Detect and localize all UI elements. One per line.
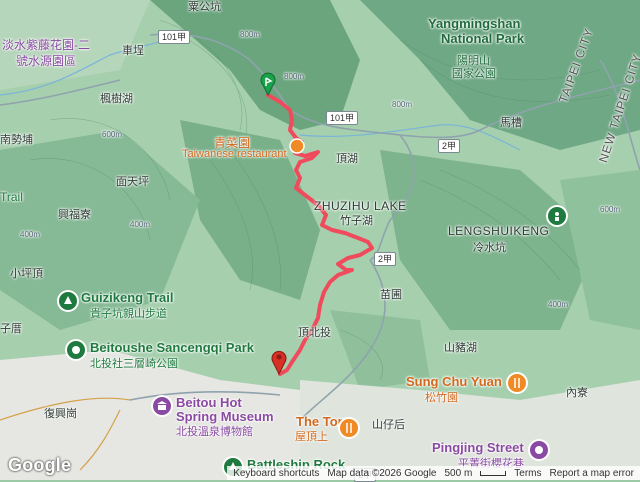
map-data-text: Map data ©2026 Google (327, 467, 437, 479)
attribution-bar: Keyboard shortcuts Map data ©2026 Google… (227, 466, 640, 480)
road-shield-101: 101甲 (158, 30, 191, 44)
label-qingcaiyuan-en[interactable]: Taiwanese restaurant (182, 148, 287, 160)
label-miaopu: 苗圃 (380, 289, 402, 301)
label-dingbeitou: 頂北投 (298, 327, 331, 339)
thetop-restaurant-icon[interactable] (340, 419, 358, 437)
label-hotspring-cn[interactable]: 北投溫泉博物館 (176, 423, 253, 439)
pingjing-icon[interactable] (530, 441, 548, 459)
label-dinghu: 頂湖 (336, 153, 358, 165)
label-thetop-cn[interactable]: 屋頂上 (295, 428, 328, 444)
label-sungchuyuan-en[interactable]: Sung Chu Yuan (406, 374, 502, 389)
keyboard-shortcuts-link[interactable]: Keyboard shortcuts (233, 468, 319, 479)
label-top-road: 粟公坑 (188, 1, 221, 13)
label-nanshipu: 南勢埔 (0, 134, 33, 146)
contour-label: 800m (392, 100, 413, 109)
report-error-link[interactable]: Report a map error (550, 468, 634, 479)
label-sungchuyuan-cn[interactable]: 松竹園 (425, 389, 458, 405)
road-shield-101: 101甲 (326, 111, 359, 125)
contour-label: 400m (130, 220, 151, 229)
contour-label: 800m (240, 30, 261, 39)
label-beitoushe-cn[interactable]: 北投社三層崎公園 (90, 355, 178, 371)
label-beitoushe-en[interactable]: Beitoushe Sancengqi Park (90, 340, 254, 355)
label-guizikeng-cn[interactable]: 貴子坑親山步道 (90, 305, 167, 321)
contour-label: 400m (548, 300, 569, 309)
sungchuyuan-restaurant-icon[interactable] (508, 374, 526, 392)
label-yangmingshan-cn2[interactable]: 國家公園 (452, 65, 496, 81)
google-logo: Google (8, 455, 72, 475)
label-hotspring-en[interactable]: Beitou Hot (176, 395, 242, 410)
label-xiaopingding: 小坪頂 (10, 268, 43, 280)
label-xingfuliao: 興福寮 (58, 209, 91, 221)
terms-link[interactable]: Terms (514, 468, 541, 479)
scale-label[interactable]: 500 m (444, 468, 472, 479)
contour-label: 600m (600, 205, 621, 214)
label-chepu: 車埕 (122, 45, 144, 57)
contour-label: 400m (20, 230, 41, 239)
lengshuikeng-icon[interactable] (548, 207, 566, 225)
label-guizikeng-en[interactable]: Guizikeng Trail (81, 290, 173, 305)
label-yangmingshan-en[interactable]: Yangmingshan (428, 16, 520, 31)
label-pingjing-en[interactable]: Pingjing Street (432, 440, 524, 455)
label-tamsui-wisteria[interactable]: 淡水紫藤花園-二 (2, 36, 90, 53)
label-thetop-en[interactable]: The Top (296, 414, 346, 429)
label-fuxinggang: 復興崗 (44, 408, 77, 420)
label-hotspring-en2[interactable]: Spring Museum (176, 409, 274, 424)
label-fengshuhu: 楓樹湖 (100, 93, 133, 105)
scale-bar (480, 470, 507, 476)
label-zilicuo: 子厝 (0, 323, 22, 335)
label-miantianping: 面天坪 (116, 176, 149, 188)
road-shield-2: 2甲 (374, 252, 397, 266)
label-lengshuikeng-en: LENGSHUIKENG (448, 224, 550, 238)
contour-label: 800m (284, 72, 305, 81)
beitoushe-park-icon[interactable] (67, 341, 85, 359)
label-neiliao: 內寮 (566, 387, 588, 399)
label-zhuzihu-cn: 竹子湖 (340, 215, 373, 227)
label-macao: 馬槽 (500, 117, 522, 129)
terrain-map[interactable] (0, 0, 640, 480)
label-yangmingshan-en2[interactable]: National Park (441, 31, 524, 46)
guizikeng-trail-icon[interactable] (59, 292, 77, 310)
restaurant-poi[interactable] (289, 138, 305, 154)
label-tamsui-wisteria-2[interactable]: 號水源園區 (16, 52, 76, 69)
label-lengshuikeng-cn: 冷水坑 (473, 242, 506, 254)
label-shanzhuhu: 山豬湖 (444, 342, 477, 354)
road-shield-2: 2甲 (438, 139, 461, 153)
label-shanzaihou: 山仔后 (372, 419, 405, 431)
museum-icon[interactable] (153, 397, 171, 415)
label-trail-left[interactable]: Trail (0, 190, 23, 204)
label-zhuzihu-en: ZHUZIHU LAKE (314, 199, 407, 213)
contour-label: 600m (102, 130, 123, 139)
